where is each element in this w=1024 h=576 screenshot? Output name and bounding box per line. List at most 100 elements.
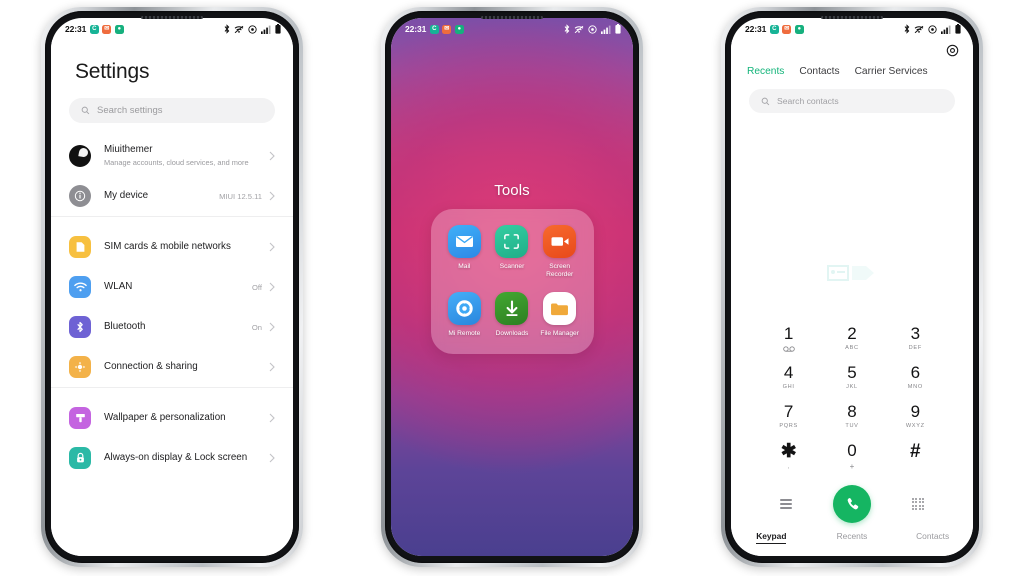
key-digit: 1: [783, 324, 794, 343]
signal-icon: [261, 25, 271, 34]
folder-icon: [543, 292, 577, 326]
settings-row-my-device[interactable]: My device MIUI 12.5.11: [51, 176, 293, 216]
status-bar: 22:31 C ✉ ●: [391, 18, 633, 40]
mail-badge: ✉: [782, 24, 792, 34]
dialer-screen: 22:31 C ✉ ● Recents Contacts Carrier Ser…: [731, 18, 973, 556]
chevron-right-icon: [269, 362, 275, 372]
app-label: Screen Recorder: [546, 262, 574, 278]
video-camera-icon: [543, 224, 577, 258]
settings-row-account[interactable]: Miuithemer Manage accounts, cloud servic…: [51, 135, 293, 176]
status-bar-left: 22:31 C ✉ ●: [745, 24, 804, 34]
settings-row-wlan[interactable]: WLAN Off: [51, 267, 293, 307]
nav-contacts[interactable]: Contacts: [916, 531, 949, 544]
bluetooth-icon: [564, 24, 570, 34]
menu-icon[interactable]: [780, 499, 792, 509]
brand-watermark-icon: [826, 260, 878, 291]
info-icon: [69, 185, 91, 208]
status-time: 22:31: [65, 24, 87, 34]
earpiece-speaker: [821, 16, 883, 19]
key-4[interactable]: 4 GHI: [767, 364, 811, 391]
app-scanner[interactable]: Scanner: [488, 224, 536, 279]
bluetooth-icon: [224, 24, 230, 34]
key-9[interactable]: 9 WXYZ: [893, 403, 937, 430]
key-1[interactable]: 1: [767, 325, 811, 352]
search-settings-input[interactable]: Search settings: [69, 98, 275, 123]
app-file-manager[interactable]: File Manager: [536, 292, 584, 338]
key-letters: MNO: [907, 384, 923, 390]
app-label: File Manager: [540, 330, 579, 338]
settings-row-text: Wallpaper & personalization: [104, 412, 269, 424]
chevron-right-icon: [269, 453, 275, 463]
settings-row-title: Miuithemer: [104, 144, 153, 155]
calendar-badge: C: [769, 24, 779, 34]
phone-bezel: 22:31 C ✉ ● Recents Contacts Carrier Ser…: [725, 11, 979, 563]
wifi-off-icon: [234, 25, 244, 33]
status-bar-right: [224, 24, 281, 34]
bottom-navigation: Keypad Recents Contacts: [731, 523, 973, 556]
dialpad-icon[interactable]: [911, 497, 925, 511]
folder-app-grid: Mail Scanner Screen Recorder Mi Remote D…: [430, 208, 594, 355]
personalization-group: Wallpaper & personalization Always-on di…: [51, 387, 293, 478]
settings-row-value: MIUI 12.5.11: [219, 191, 262, 201]
key-digit: ✱: [780, 441, 797, 462]
gear-icon[interactable]: [946, 44, 959, 62]
settings-body: Settings Search settings Miuithemer Mana…: [51, 40, 293, 556]
key-0[interactable]: 0 +: [830, 442, 874, 471]
key-8[interactable]: 8 TUV: [830, 403, 874, 430]
chevron-right-icon: [269, 242, 275, 252]
key-letters: JKL: [846, 384, 858, 390]
app-mail[interactable]: Mail: [441, 224, 489, 279]
app-mi-remote[interactable]: Mi Remote: [441, 292, 489, 338]
wifi-off-icon: [574, 25, 584, 33]
sim-card-icon: [69, 236, 91, 259]
search-icon: [81, 106, 90, 115]
earpiece-speaker: [481, 16, 543, 19]
settings-row-text: Connection & sharing: [104, 361, 269, 373]
settings-row-title: Always-on display & Lock screen: [104, 452, 248, 464]
page-title: Settings: [75, 60, 150, 83]
nav-keypad[interactable]: Keypad: [756, 531, 787, 544]
status-bar-right: [564, 24, 621, 34]
key-7[interactable]: 7 PQRS: [767, 403, 811, 430]
key-3[interactable]: 3 DEF: [893, 325, 937, 352]
key-digit: 7: [783, 402, 794, 421]
voicemail-icon: [782, 345, 795, 352]
key-2[interactable]: 2 ABC: [830, 325, 874, 352]
folder-overlay: Tools Mail Scanner Screen Recorder Mi Re…: [391, 18, 633, 556]
key-letters: ,: [787, 464, 790, 470]
app-downloads[interactable]: Downloads: [488, 292, 536, 338]
status-bar-left: 22:31 C ✉ ●: [65, 24, 124, 34]
nav-recents[interactable]: Recents: [837, 531, 868, 544]
tab-carrier-services[interactable]: Carrier Services: [855, 66, 928, 77]
folder-title: Tools: [494, 181, 530, 199]
status-time: 22:31: [405, 24, 427, 34]
phone-settings: 22:31 C ✉ ● Settings Search settings Miu…: [41, 7, 303, 567]
calendar-badge: C: [89, 24, 99, 34]
key-digit: 3: [910, 324, 921, 343]
key-hash[interactable]: #: [893, 442, 937, 471]
app-screen-recorder[interactable]: Screen Recorder: [536, 224, 584, 279]
settings-row-always-on-display[interactable]: Always-on display & Lock screen: [51, 438, 293, 478]
key-5[interactable]: 5 JKL: [830, 364, 874, 391]
share-icon: [69, 356, 91, 379]
status-time: 22:31: [745, 24, 767, 34]
settings-row-wallpaper[interactable]: Wallpaper & personalization: [51, 398, 293, 438]
settings-row-sim-cards[interactable]: SIM cards & mobile networks: [51, 227, 293, 267]
search-contacts-input[interactable]: Search contacts: [749, 89, 955, 113]
settings-row-connection-sharing[interactable]: Connection & sharing: [51, 347, 293, 387]
settings-row-bluetooth[interactable]: Bluetooth On: [51, 307, 293, 347]
mail-badge: ✉: [442, 24, 452, 34]
key-letters: WXYZ: [905, 423, 925, 429]
tab-recents[interactable]: Recents: [747, 66, 784, 77]
app-label: Mi Remote: [448, 330, 481, 338]
settings-row-text: My device: [104, 190, 219, 202]
key-6[interactable]: 6 MNO: [893, 364, 937, 391]
chevron-right-icon: [269, 413, 275, 423]
app-label: Downloads: [495, 330, 529, 338]
chevron-right-icon: [269, 322, 275, 332]
tab-contacts[interactable]: Contacts: [799, 66, 839, 77]
call-button[interactable]: [833, 485, 871, 523]
search-contacts-placeholder: Search contacts: [777, 96, 839, 106]
key-star[interactable]: ✱ ,: [767, 442, 811, 471]
earpiece-speaker: [141, 16, 203, 19]
